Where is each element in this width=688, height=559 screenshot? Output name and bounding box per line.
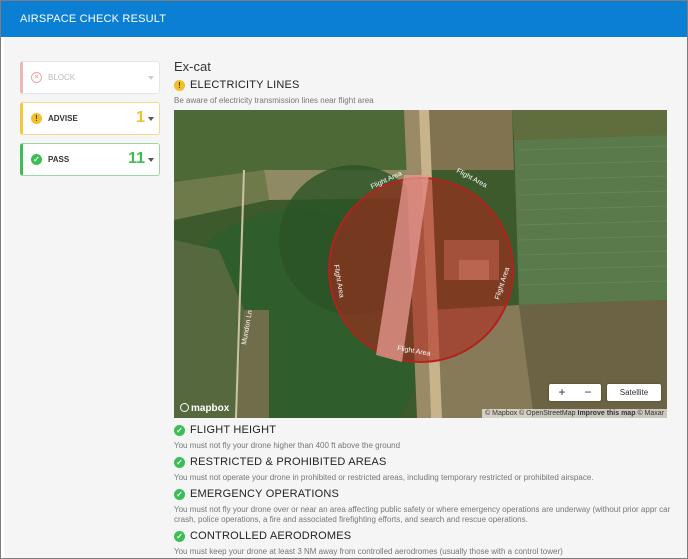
section-title: RESTRICTED & PROHIBITED AREAS <box>190 456 387 468</box>
section-controlled-aerodromes: ✓ CONTROLLED AERODROMES <box>174 529 684 545</box>
chevron-down-icon[interactable] <box>148 117 154 121</box>
section-title: ELECTRICITY LINES <box>190 79 300 91</box>
chevron-down-icon[interactable] <box>148 158 154 162</box>
warning-icon: ! <box>174 80 185 91</box>
content-area: × BLOCK ! ADVISE 1 ✓ PASS 11 Ex-cat ! EL… <box>4 37 687 558</box>
circle-x-icon: × <box>31 72 42 83</box>
chevron-down-icon[interactable] <box>148 76 154 80</box>
block-filter-card[interactable]: × BLOCK <box>20 61 160 94</box>
maxar-credit[interactable]: © Maxar <box>637 410 664 417</box>
airspace-check-window: AIRSPACE CHECK RESULT × BLOCK ! ADVISE 1… <box>0 0 688 559</box>
check-icon: ✓ <box>174 457 185 468</box>
pass-filter-card[interactable]: ✓ PASS 11 <box>20 143 160 176</box>
check-icon: ✓ <box>174 425 185 436</box>
section-flight-height: ✓ FLIGHT HEIGHT <box>174 423 684 439</box>
section-title: FLIGHT HEIGHT <box>190 424 277 436</box>
check-icon: ✓ <box>174 531 185 542</box>
satellite-layer-button[interactable]: Satellite <box>607 384 661 401</box>
section-title: EMERGENCY OPERATIONS <box>190 488 340 500</box>
mapbox-logo[interactable]: mapbox <box>180 403 229 414</box>
zoom-out-button[interactable]: − <box>575 384 601 401</box>
title-bar: AIRSPACE CHECK RESULT <box>1 1 687 37</box>
result-filter-sidebar: × BLOCK ! ADVISE 1 ✓ PASS 11 <box>20 61 160 184</box>
pass-count: 11 <box>128 150 145 167</box>
section-description: You must keep your drone at least 3 NM a… <box>174 547 563 556</box>
section-title: CONTROLLED AERODROMES <box>190 530 352 542</box>
zoom-in-button[interactable]: + <box>549 384 575 401</box>
check-icon: ✓ <box>31 154 42 165</box>
check-icon: ✓ <box>174 489 185 500</box>
section-restricted-areas: ✓ RESTRICTED & PROHIBITED AREAS <box>174 455 684 471</box>
advise-count: 1 <box>136 109 145 126</box>
flight-area-map[interactable]: Flight Area Flight Area Flight Area Flig… <box>174 110 667 418</box>
section-description: You must not fly your drone higher than … <box>174 441 401 450</box>
advise-label: ADVISE <box>48 114 78 123</box>
window-title: AIRSPACE CHECK RESULT <box>20 13 167 25</box>
section-description: You must not fly your drone over or near… <box>174 505 671 524</box>
satellite-imagery: Flight Area Flight Area Flight Area Flig… <box>174 110 667 418</box>
mapbox-icon <box>180 403 189 412</box>
results-panel: Ex-cat ! ELECTRICITY LINES Be aware of e… <box>174 59 684 558</box>
pass-label: PASS <box>48 155 70 164</box>
warning-icon: ! <box>31 113 42 124</box>
zoom-control: + − <box>549 384 601 401</box>
section-electricity-lines: ! ELECTRICITY LINES <box>174 78 684 94</box>
group-title: Ex-cat <box>174 59 211 74</box>
improve-map-link[interactable]: Improve this map <box>578 410 636 417</box>
block-label: BLOCK <box>48 73 76 82</box>
section-description: Be aware of electricity transmission lin… <box>174 96 374 105</box>
advise-filter-card[interactable]: ! ADVISE 1 <box>20 102 160 135</box>
section-emergency-operations: ✓ EMERGENCY OPERATIONS <box>174 487 684 503</box>
section-description: You must not operate your drone in prohi… <box>174 473 594 482</box>
map-attribution: © Mapbox © OpenStreetMap Improve this ma… <box>482 409 667 418</box>
attribution-text[interactable]: © Mapbox © OpenStreetMap <box>485 410 575 417</box>
